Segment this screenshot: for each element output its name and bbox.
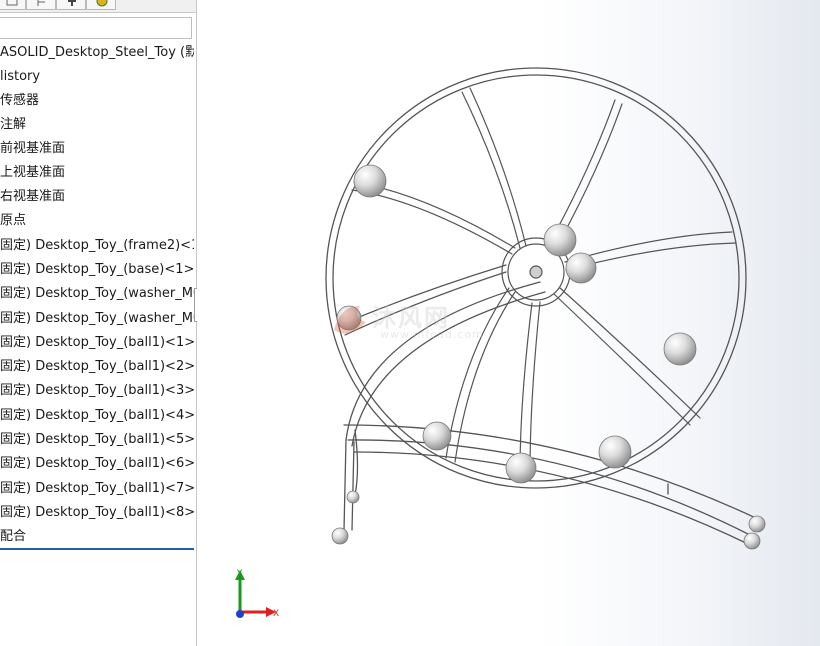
appearance-tab[interactable] xyxy=(86,0,116,10)
tree-item-label: 固定) Desktop_Toy_(ball1)<4> ( xyxy=(0,408,194,423)
tree-item-annotations[interactable]: 注解 xyxy=(0,114,194,136)
configuration-manager-tab[interactable] xyxy=(56,0,86,10)
tree-item-component[interactable]: 固定) Desktop_Toy_(ball1)<7> ( xyxy=(0,478,194,500)
tree-root-label: ASOLID_Desktop_Steel_Toy (默 xyxy=(0,45,194,60)
tree-item-label: 固定) Desktop_Toy_(ball1)<2> ( xyxy=(0,359,194,374)
tree-item-label: 固定) Desktop_Toy_(ball1)<5> ( xyxy=(0,432,194,447)
tree-item-label: 右视基准面 xyxy=(0,189,66,204)
tree-item-component[interactable]: 固定) Desktop_Toy_(ball1)<1> ( xyxy=(0,332,194,354)
feature-manager-icon xyxy=(6,0,18,6)
watermark-url: www.mfcad.com xyxy=(380,328,484,341)
watermark: 沐风网 www.mfcad.com xyxy=(330,300,530,350)
feature-manager-toolbar xyxy=(0,0,196,13)
appearance-icon xyxy=(96,0,108,7)
tree-item-component[interactable]: 固定) Desktop_Toy_(ball1)<4> ( xyxy=(0,405,194,427)
tree-item-label: 固定) Desktop_Toy_(washer_M0 xyxy=(0,286,194,301)
feature-manager-panel: ASOLID_Desktop_Steel_Toy (默 listory 传感器 … xyxy=(0,0,197,646)
tree-item-label: listory xyxy=(0,69,41,84)
tree-root-item[interactable]: ASOLID_Desktop_Steel_Toy (默 xyxy=(0,42,194,64)
tree-item-label: 上视基准面 xyxy=(0,165,66,180)
x-axis-label: X xyxy=(273,609,279,619)
tree-item-right-plane[interactable]: 右视基准面 xyxy=(0,186,194,208)
y-axis-label: Y xyxy=(236,569,243,579)
tree-item-component[interactable]: 固定) Desktop_Toy_(base)<1> ( xyxy=(0,259,194,281)
tree-item-mates[interactable]: 配合 xyxy=(0,526,194,548)
z-axis-dot xyxy=(236,610,244,618)
tree-item-label: 固定) Desktop_Toy_(ball1)<8> ( xyxy=(0,505,194,520)
tree-item-front-plane[interactable]: 前视基准面 xyxy=(0,138,194,160)
tree-item-label: 前视基准面 xyxy=(0,141,66,156)
tree-item-sensors[interactable]: 传感器 xyxy=(0,90,194,112)
tree-item-label: 配合 xyxy=(0,529,27,544)
tree-item-label: 注解 xyxy=(0,117,27,132)
configuration-manager-icon xyxy=(68,0,76,6)
tree-item-origin[interactable]: 原点 xyxy=(0,210,194,232)
tree-item-label: 原点 xyxy=(0,213,27,228)
tree-item-label: 固定) Desktop_Toy_(ball1)<7> ( xyxy=(0,481,194,496)
tree-item-label: 固定) Desktop_Toy_(ball1)<6> ( xyxy=(0,456,194,471)
tree-rollback-bar[interactable] xyxy=(0,548,194,550)
tree-item-label: 传感器 xyxy=(0,93,40,108)
tree-filter-input[interactable] xyxy=(0,17,192,39)
tree-item-top-plane[interactable]: 上视基准面 xyxy=(0,162,194,184)
tree-item-component[interactable]: 固定) Desktop_Toy_(washer_M0 xyxy=(0,283,194,305)
tree-item-component[interactable]: 固定) Desktop_Toy_(ball1)<5> ( xyxy=(0,429,194,451)
property-manager-tab[interactable] xyxy=(26,0,56,10)
tree-item-component[interactable]: 固定) Desktop_Toy_(ball1)<8> ( xyxy=(0,502,194,524)
tree-item-history[interactable]: listory xyxy=(0,66,194,88)
reference-triad: Y X xyxy=(235,569,279,619)
tree-item-label: 固定) Desktop_Toy_(washer_M0 xyxy=(0,311,194,326)
tree-item-component[interactable]: 固定) Desktop_Toy_(ball1)<3> ( xyxy=(0,380,194,402)
tree-item-component[interactable]: 固定) Desktop_Toy_(washer_M0 xyxy=(0,308,194,330)
tree-item-label: 固定) Desktop_Toy_(frame2)<1> xyxy=(0,238,194,253)
tree-item-label: 固定) Desktop_Toy_(ball1)<3> ( xyxy=(0,383,194,398)
tree-item-label: 固定) Desktop_Toy_(base)<1> ( xyxy=(0,262,194,277)
tree-item-component[interactable]: 固定) Desktop_Toy_(frame2)<1> xyxy=(0,235,194,257)
property-manager-icon xyxy=(37,0,45,6)
tree-item-component[interactable]: 固定) Desktop_Toy_(ball1)<2> ( xyxy=(0,356,194,378)
feature-manager-tab[interactable] xyxy=(0,0,26,10)
tree-item-label: 固定) Desktop_Toy_(ball1)<1> ( xyxy=(0,335,194,350)
watermark-logo-icon xyxy=(334,306,366,334)
tree-item-component[interactable]: 固定) Desktop_Toy_(ball1)<6> ( xyxy=(0,453,194,475)
